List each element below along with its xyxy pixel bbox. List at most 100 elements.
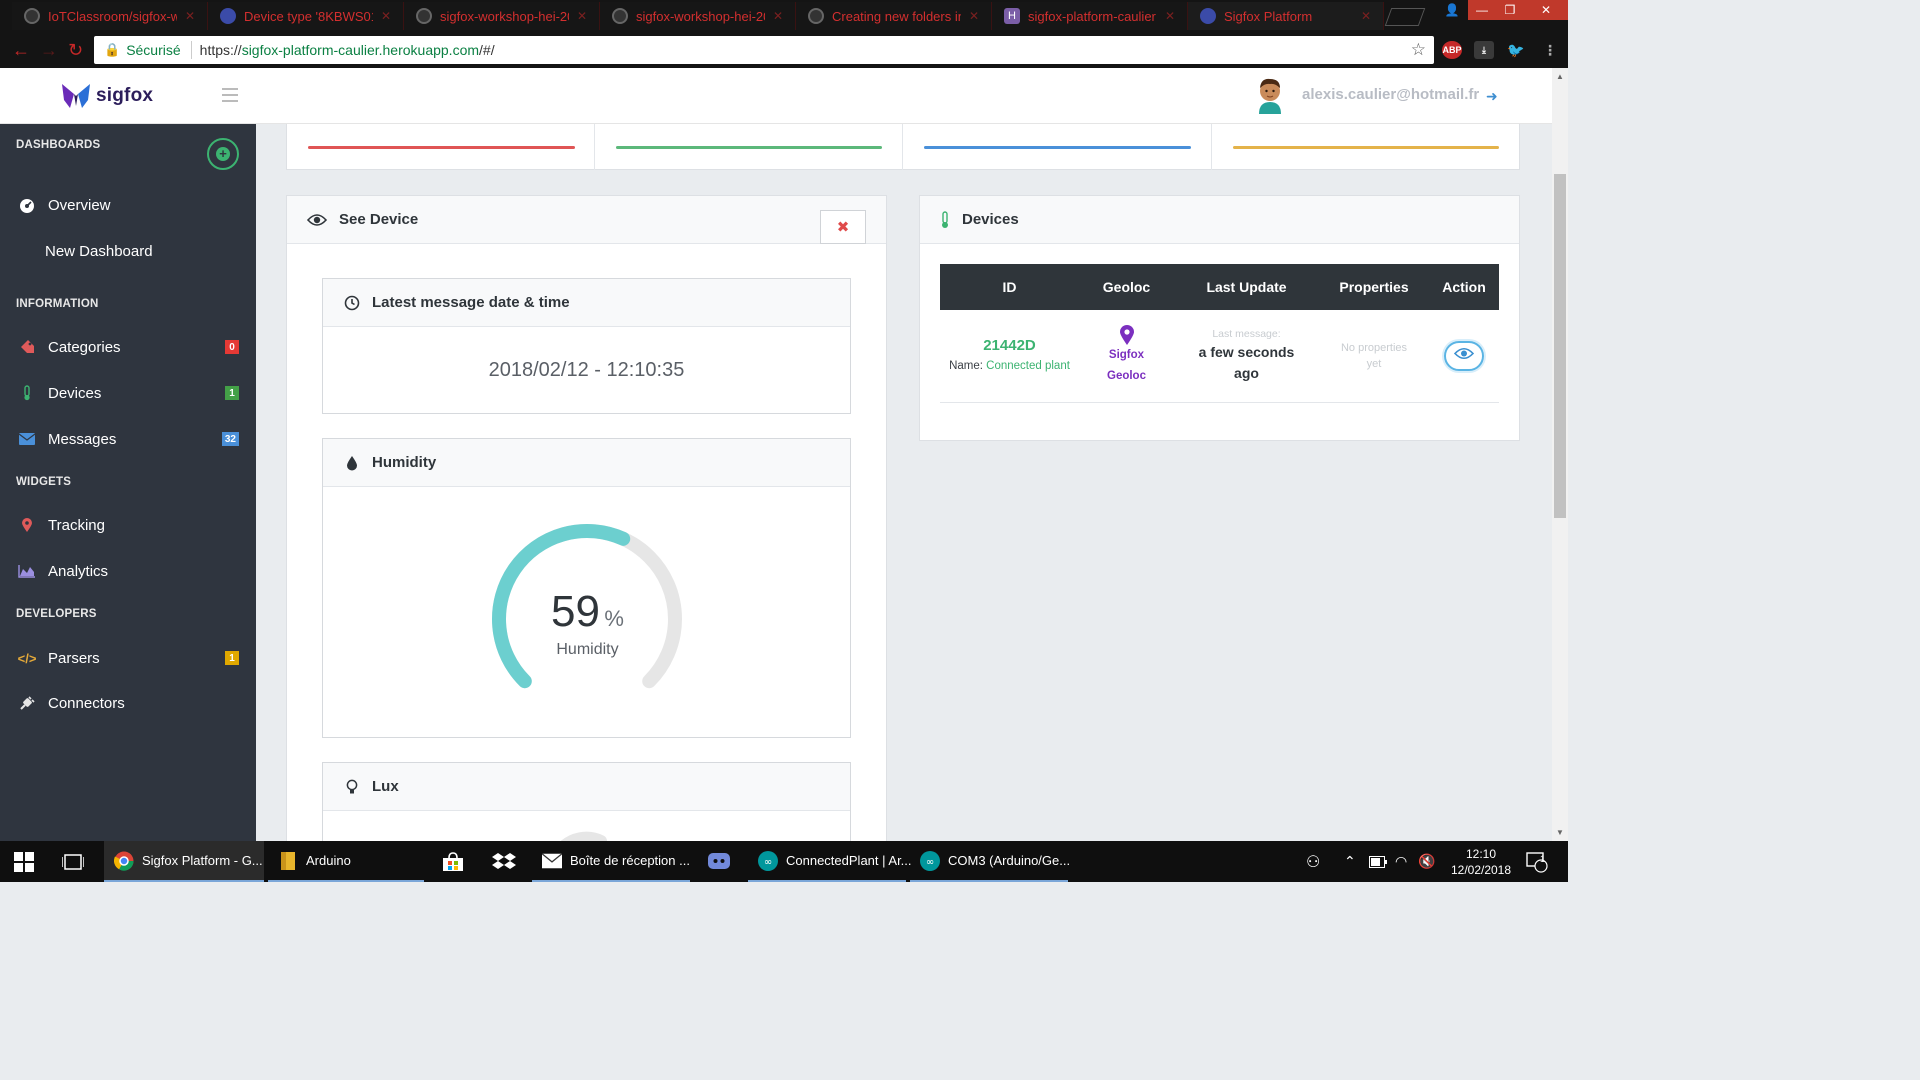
taskbar-item-label: Sigfox Platform - G...	[142, 853, 263, 868]
wifi-icon[interactable]: ◠	[1395, 841, 1407, 882]
plug-icon	[18, 694, 36, 712]
adblock-icon[interactable]: ABP	[1442, 41, 1462, 59]
twitter-icon[interactable]: 🐦	[1506, 41, 1526, 59]
browser-tab[interactable]: Creating new folders in ✕	[796, 2, 992, 30]
heroku-icon: H	[1004, 8, 1020, 24]
avatar[interactable]	[1255, 76, 1285, 114]
sidebar-item-parsers[interactable]: </> Parsers 1	[0, 638, 256, 678]
window-close-button[interactable]: ✕	[1524, 0, 1568, 20]
notification-center-icon[interactable]: 1	[1526, 841, 1548, 882]
thermometer-icon	[18, 384, 36, 402]
people-icon[interactable]: ⚇	[1306, 841, 1320, 882]
sidebar-item-analytics[interactable]: Analytics	[0, 551, 256, 591]
taskbar-item-chrome[interactable]: Sigfox Platform - G...	[104, 841, 264, 882]
column-header[interactable]: Properties	[1319, 264, 1429, 310]
new-tab-button[interactable]	[1384, 8, 1426, 26]
dropbox-icon[interactable]	[492, 841, 516, 882]
latest-message-card: Latest message date & time 2018/02/12 - …	[322, 278, 851, 414]
sidebar-item-label: Devices	[48, 384, 102, 402]
taskbar-item-serial-monitor[interactable]: ∞ COM3 (Arduino/Ge...	[910, 841, 1070, 882]
column-header[interactable]: Geoloc	[1079, 264, 1174, 310]
svg-text:∞: ∞	[764, 857, 772, 868]
chevron-up-icon[interactable]: ⌃	[1344, 841, 1356, 882]
menu-toggle-icon[interactable]	[222, 88, 238, 102]
browser-tab[interactable]: H sigfox-platform-caulier ✕	[992, 2, 1188, 30]
sidebar-item-messages[interactable]: Messages 32	[0, 419, 256, 459]
discord-icon[interactable]	[708, 841, 730, 882]
speaker-muted-icon[interactable]: 🔇	[1418, 841, 1435, 882]
area-chart-icon	[18, 562, 36, 580]
tab-label: IoTClassroom/sigfox-wo	[48, 8, 177, 24]
sidebar-item-overview[interactable]: Overview	[0, 185, 256, 225]
map-pin-icon[interactable]	[1079, 324, 1174, 345]
sidebar-item-label: Overview	[48, 196, 111, 214]
sidebar-item-label: New Dashboard	[45, 242, 153, 260]
pdf-extension-icon[interactable]: ⤓	[1474, 41, 1494, 59]
close-icon[interactable]: ✕	[969, 9, 979, 23]
geoloc-label[interactable]: Geoloc	[1107, 370, 1146, 382]
tab-label: sigfox-workshop-hei-20	[636, 8, 765, 24]
code-icon: </>	[17, 650, 37, 666]
geoloc-label[interactable]: Sigfox	[1109, 349, 1144, 361]
sidebar-item-new-dashboard[interactable]: New Dashboard	[0, 231, 256, 271]
url-input[interactable]: 🔒 Sécurisé https://sigfox-platform-cauli…	[94, 36, 1434, 64]
scroll-down-icon[interactable]: ▼	[1556, 828, 1564, 837]
add-dashboard-button[interactable]: +	[207, 138, 239, 170]
device-name-value: Connected plant	[986, 360, 1070, 373]
close-icon[interactable]: ✕	[381, 9, 391, 23]
taskbar-item-mail[interactable]: Boîte de réception ...	[532, 841, 690, 882]
mail-icon	[542, 851, 562, 871]
device-id-link[interactable]: 21442D	[940, 337, 1079, 354]
latest-message-datetime: 2018/02/12 - 12:10:35	[488, 358, 685, 381]
taskbar-item-arduino[interactable]: Arduino	[268, 841, 424, 882]
browser-tab[interactable]: IoTClassroom/sigfox-wo ✕	[12, 2, 208, 30]
close-button[interactable]: ✖	[820, 210, 866, 244]
reload-icon[interactable]: ↻	[68, 40, 83, 61]
taskbar-item-arduino-ide[interactable]: ∞ ConnectedPlant | Ar...	[748, 841, 912, 882]
scrollbar-thumb[interactable]	[1554, 174, 1566, 518]
stat-progress-line	[308, 146, 575, 149]
sidebar-item-categories[interactable]: Categories 0	[0, 327, 256, 367]
close-icon[interactable]: ✕	[1165, 9, 1175, 23]
user-email[interactable]: alexis.caulier@hotmail.fr	[1302, 86, 1479, 103]
bookmark-star-icon[interactable]: ☆	[1411, 40, 1426, 60]
battery-icon[interactable]	[1369, 841, 1387, 882]
browser-tab[interactable]: sigfox-workshop-hei-20 ✕	[404, 2, 600, 30]
browser-tab-active[interactable]: Sigfox Platform ✕	[1188, 2, 1384, 30]
close-icon[interactable]: ✕	[577, 9, 587, 23]
user-profile-icon[interactable]: 👤	[1438, 0, 1466, 20]
sidebar-item-label: Tracking	[48, 516, 105, 534]
view-device-button[interactable]	[1444, 340, 1484, 371]
sidebar-item-label: Analytics	[48, 562, 109, 580]
logo[interactable]: sigfox	[60, 82, 153, 110]
minimize-button[interactable]: —	[1468, 0, 1496, 20]
windows-start-icon[interactable]	[14, 841, 34, 882]
maximize-button[interactable]: ❐	[1496, 0, 1524, 20]
browser-tab[interactable]: sigfox-workshop-hei-20 ✕	[600, 2, 796, 30]
page-scrollbar[interactable]: ▲ ▼	[1552, 68, 1568, 841]
section-widgets: WIDGETS	[16, 476, 72, 488]
close-icon[interactable]: ✕	[185, 9, 195, 23]
clock[interactable]: 12:10 12/02/2018	[1444, 841, 1518, 882]
column-header[interactable]: Last Update	[1174, 264, 1319, 310]
sidebar-item-tracking[interactable]: Tracking	[0, 505, 256, 545]
clock-time: 12:10	[1465, 846, 1497, 861]
column-header[interactable]: ID	[940, 264, 1079, 310]
tag-icon	[18, 338, 36, 356]
close-icon[interactable]: ✕	[773, 9, 783, 23]
browser-tab[interactable]: Device type '8KBWS01 ✕	[208, 2, 404, 30]
back-arrow-icon[interactable]: ←	[12, 40, 30, 61]
sidebar-item-devices[interactable]: Devices 1	[0, 373, 256, 413]
sidebar-item-connectors[interactable]: Connectors	[0, 683, 256, 723]
device-id-cell: 21442D Name: Connected plant	[940, 310, 1079, 403]
column-header[interactable]: Action	[1429, 264, 1499, 310]
scroll-up-icon[interactable]: ▲	[1556, 72, 1564, 81]
task-view-icon[interactable]	[62, 841, 84, 882]
sigfox-logo-icon	[62, 84, 90, 108]
arduino-icon: ∞	[920, 850, 940, 871]
store-icon[interactable]	[442, 841, 464, 882]
close-icon[interactable]: ✕	[1361, 9, 1371, 23]
more-menu-icon[interactable]: ⋮	[1540, 41, 1560, 59]
logout-icon[interactable]: ➜	[1486, 88, 1498, 105]
forward-arrow-icon[interactable]: →	[40, 40, 58, 61]
